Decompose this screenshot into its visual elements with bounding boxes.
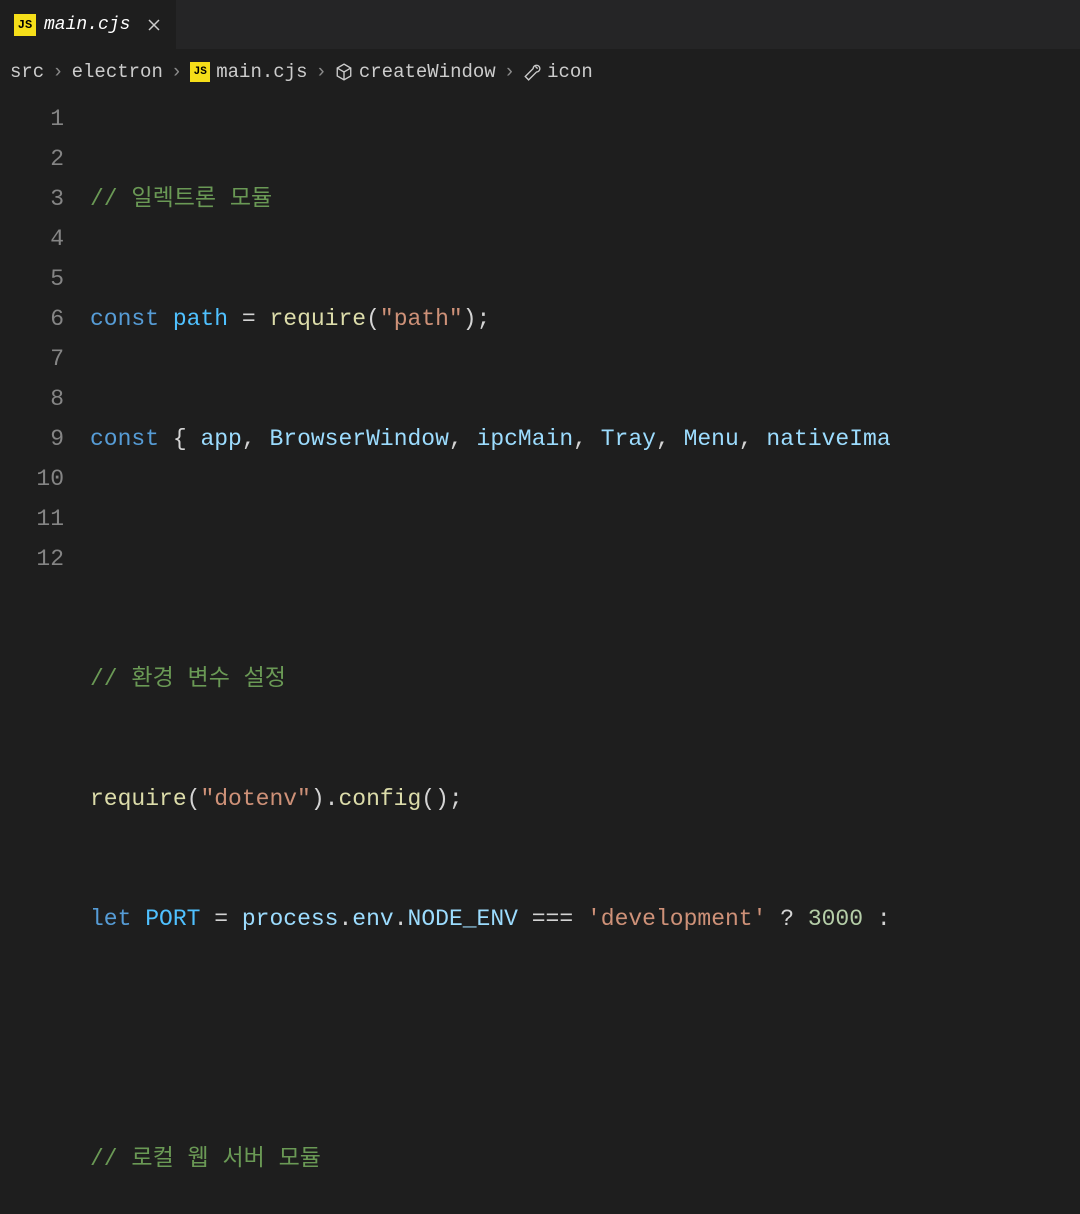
code-keyword: let bbox=[90, 906, 131, 932]
code-var: PORT bbox=[131, 906, 200, 932]
code-op: ? bbox=[766, 906, 807, 932]
code-number: 3000 bbox=[808, 906, 863, 932]
code-fn: require bbox=[269, 306, 366, 332]
code-op: , bbox=[656, 426, 684, 452]
tab-label: main.cjs bbox=[44, 15, 130, 35]
breadcrumb-label: electron bbox=[72, 61, 163, 83]
line-number: 10 bbox=[0, 459, 64, 499]
line-number: 6 bbox=[0, 299, 64, 339]
code-op: , bbox=[573, 426, 601, 452]
code-prop: BrowserWindow bbox=[269, 426, 448, 452]
chevron-right-icon: › bbox=[52, 61, 63, 83]
line-number-gutter: 1 2 3 4 5 6 7 8 9 10 11 12 bbox=[0, 99, 90, 1214]
code-prop: nativeIma bbox=[766, 426, 890, 452]
code-comment: // 로컬 웹 서버 모듈 bbox=[90, 1146, 321, 1172]
js-file-icon: JS bbox=[14, 14, 36, 36]
breadcrumb-label: createWindow bbox=[359, 61, 496, 83]
breadcrumb-label: main.cjs bbox=[216, 61, 307, 83]
code-op: = bbox=[200, 906, 241, 932]
line-number: 5 bbox=[0, 259, 64, 299]
code-prop: ipcMain bbox=[477, 426, 574, 452]
code-fn: require bbox=[90, 786, 187, 812]
line-number: 9 bbox=[0, 419, 64, 459]
code-prop: Menu bbox=[684, 426, 739, 452]
line-number: 1 bbox=[0, 99, 64, 139]
breadcrumb-item-electron[interactable]: electron bbox=[72, 61, 163, 83]
line-number: 8 bbox=[0, 379, 64, 419]
code-comment: // 환경 변수 설정 bbox=[90, 666, 286, 692]
code-string: 'development' bbox=[587, 906, 766, 932]
code-op: { bbox=[159, 426, 200, 452]
code-prop: NODE_ENV bbox=[408, 906, 518, 932]
code-keyword: const bbox=[90, 426, 159, 452]
breadcrumb: src › electron › JS main.cjs › createWin… bbox=[0, 49, 1080, 95]
code-keyword: const bbox=[90, 306, 159, 332]
code-op: ); bbox=[463, 306, 491, 332]
code-prop: env bbox=[352, 906, 393, 932]
code-op: , bbox=[242, 426, 270, 452]
code-op: === bbox=[518, 906, 587, 932]
code-op: ( bbox=[366, 306, 380, 332]
code-op: . bbox=[338, 906, 352, 932]
close-icon[interactable] bbox=[146, 17, 162, 33]
code-var: path bbox=[173, 306, 228, 332]
code-op: : bbox=[863, 906, 891, 932]
js-file-icon: JS bbox=[190, 62, 210, 82]
line-number: 7 bbox=[0, 339, 64, 379]
code-string: "path" bbox=[380, 306, 463, 332]
code-op: ). bbox=[311, 786, 339, 812]
line-number: 4 bbox=[0, 219, 64, 259]
tab-bar: JS main.cjs bbox=[0, 0, 1080, 49]
breadcrumb-item-property[interactable]: icon bbox=[523, 61, 593, 83]
code-op: (); bbox=[421, 786, 462, 812]
code-prop: app bbox=[200, 426, 241, 452]
code-prop: Tray bbox=[601, 426, 656, 452]
code-editor[interactable]: 1 2 3 4 5 6 7 8 9 10 11 12 // 일렉트론 모듈 co… bbox=[0, 95, 1080, 1214]
breadcrumb-item-src[interactable]: src bbox=[10, 61, 44, 83]
code-comment: // 일렉트론 모듈 bbox=[90, 186, 272, 212]
code-op: . bbox=[394, 906, 408, 932]
chevron-right-icon: › bbox=[504, 61, 515, 83]
breadcrumb-label: src bbox=[10, 61, 44, 83]
code-op: = bbox=[228, 306, 269, 332]
code-op: , bbox=[739, 426, 767, 452]
wrench-icon bbox=[523, 63, 541, 81]
chevron-right-icon: › bbox=[171, 61, 182, 83]
code-op: ( bbox=[187, 786, 201, 812]
breadcrumb-item-file[interactable]: JS main.cjs bbox=[190, 61, 307, 83]
line-number: 3 bbox=[0, 179, 64, 219]
code-fn: config bbox=[338, 786, 421, 812]
line-number: 11 bbox=[0, 499, 64, 539]
code-content[interactable]: // 일렉트론 모듈 const path = require("path");… bbox=[90, 99, 1080, 1214]
line-number: 12 bbox=[0, 539, 64, 579]
breadcrumb-label: icon bbox=[547, 61, 593, 83]
cube-icon bbox=[335, 63, 353, 81]
code-prop: process bbox=[242, 906, 339, 932]
line-number: 2 bbox=[0, 139, 64, 179]
breadcrumb-item-function[interactable]: createWindow bbox=[335, 61, 496, 83]
chevron-right-icon: › bbox=[315, 61, 326, 83]
tab-main-cjs[interactable]: JS main.cjs bbox=[0, 0, 177, 49]
code-string: "dotenv" bbox=[200, 786, 310, 812]
code-op: , bbox=[449, 426, 477, 452]
